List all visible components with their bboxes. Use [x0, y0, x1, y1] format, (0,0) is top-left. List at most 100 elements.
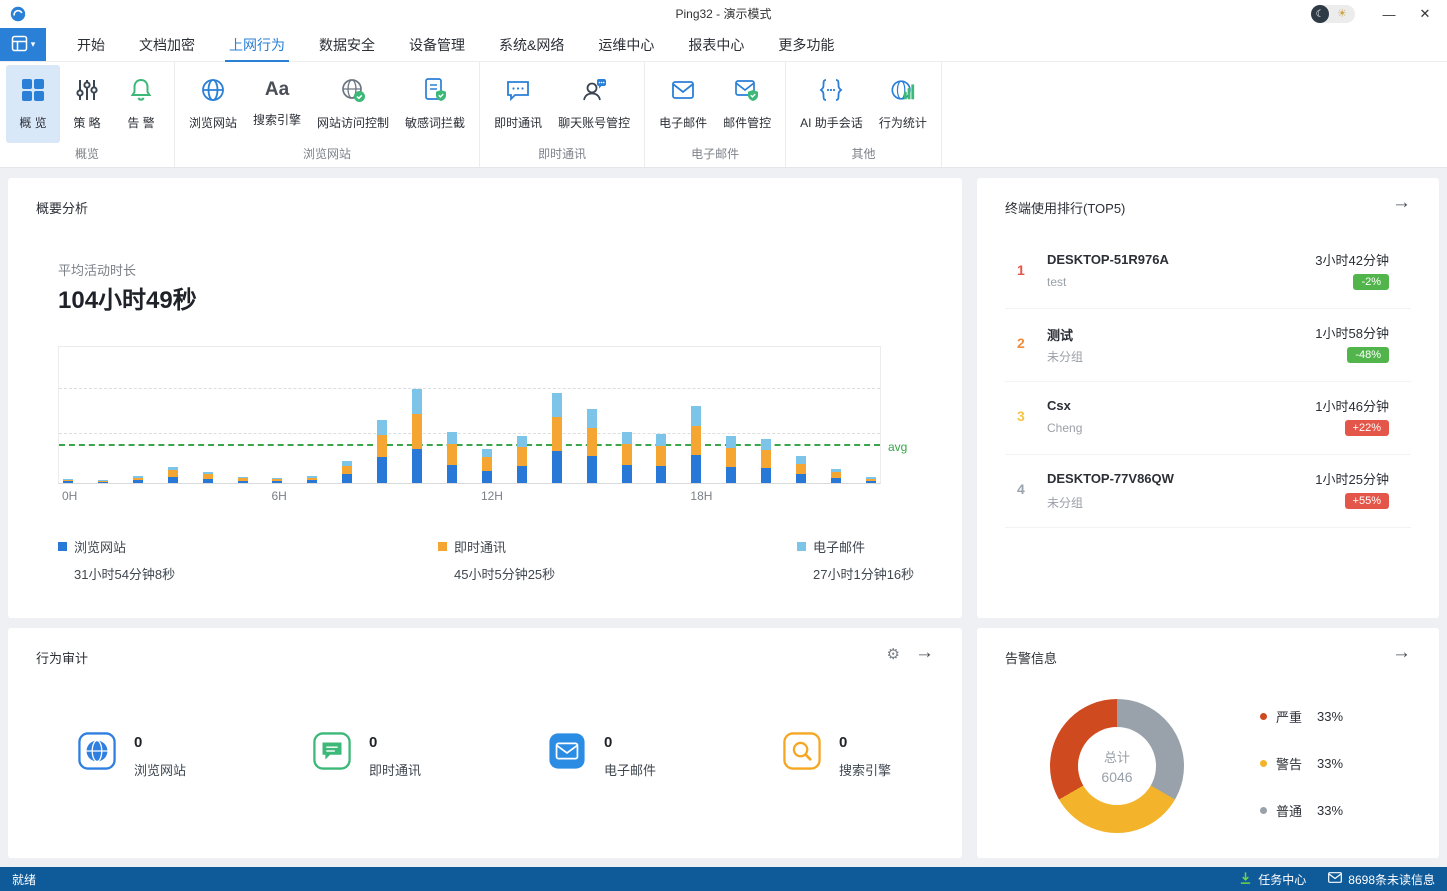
ribbon-button-mail-control[interactable]: 邮件管控	[715, 65, 779, 143]
terminal-name: Csx	[1047, 398, 1071, 413]
close-button[interactable]: ✕	[1407, 0, 1443, 28]
legend-label: 即时通讯	[454, 537, 506, 556]
ribbon-button-behavior-stats[interactable]: 行为统计	[871, 65, 935, 143]
rank-number: 2	[1017, 335, 1025, 351]
status-task-center[interactable]: 任务中心	[1239, 871, 1306, 888]
stat-label: 电子邮件	[604, 760, 656, 779]
legend-swatch	[438, 542, 447, 551]
terminal-name: 测试	[1047, 325, 1073, 344]
audit-stat-im[interactable]: 0即时通讯	[313, 732, 421, 779]
tab-web-behavior[interactable]: 上网行为	[212, 28, 302, 61]
tab-doc-encrypt[interactable]: 文档加密	[122, 28, 212, 61]
usage-duration: 1小时58分钟	[1315, 323, 1389, 342]
rank-number: 1	[1017, 262, 1025, 278]
ribbon-button-label: 网站访问控制	[317, 114, 389, 131]
legend-im[interactable]: 即时通讯 45小时5分钟25秒	[438, 537, 555, 583]
rank-number: 3	[1017, 408, 1025, 424]
terminal-name: DESKTOP-77V86QW	[1047, 471, 1174, 486]
ribbon-button-browse-web[interactable]: 浏览网站	[181, 65, 245, 143]
legend-swatch	[58, 542, 67, 551]
globe-icon	[200, 77, 226, 106]
legend-dot	[1260, 760, 1267, 767]
chart-bar-13	[517, 436, 527, 483]
ribbon-group-browse: 浏览网站 Aa 搜索引擎 网站访问控制 敏感词拦截 浏览网站	[175, 62, 480, 167]
change-badge: -48%	[1347, 347, 1389, 363]
tab-ops-center[interactable]: 运维中心	[581, 28, 671, 61]
legend-browse-web[interactable]: 浏览网站 31小时54分钟8秒	[58, 537, 175, 583]
ribbon-group-overview: 概 览 策 略 告 警 概览	[0, 62, 175, 167]
tab-more-features[interactable]: 更多功能	[761, 28, 851, 61]
alert-legend-critical: 严重 33%	[1260, 707, 1343, 726]
main-menu-button[interactable]: ▾	[0, 28, 46, 61]
tab-data-security[interactable]: 数据安全	[302, 28, 392, 61]
theme-toggle[interactable]: ☾ ☀	[1311, 5, 1355, 23]
ribbon-button-overview[interactable]: 概 览	[6, 65, 60, 143]
avg-line-label: avg	[888, 440, 907, 454]
ribbon-button-chat-account-control[interactable]: 聊天账号管控	[550, 65, 638, 143]
legend-dot	[1260, 713, 1267, 720]
ribbon-button-policy[interactable]: 策 略	[60, 65, 114, 143]
audit-stat-email[interactable]: 0电子邮件	[548, 732, 656, 779]
terminal-group: Cheng	[1047, 421, 1082, 435]
ribbon-button-web-access-control[interactable]: 网站访问控制	[309, 65, 397, 143]
ribbon-button-alert[interactable]: 告 警	[114, 65, 168, 143]
stat-value: 0	[134, 734, 186, 751]
ribbon-button-keyword-block[interactable]: 敏感词拦截	[397, 65, 473, 143]
minimize-button[interactable]: —	[1371, 0, 1407, 28]
panel-title: 行为审计	[36, 648, 88, 667]
chart-bar-17	[656, 434, 666, 483]
status-unread-messages[interactable]: 8698条未读信息	[1328, 871, 1435, 888]
arrow-right-icon[interactable]: →	[1392, 642, 1411, 664]
chart-bar-6	[272, 478, 282, 483]
mail-icon	[670, 77, 696, 106]
audit-stat-search[interactable]: 0搜索引擎	[783, 732, 891, 779]
panel-title: 告警信息	[1005, 648, 1057, 667]
ranking-row-3[interactable]: 3 Csx Cheng 1小时46分钟 +22%	[1005, 382, 1411, 455]
ranking-row-1[interactable]: 1 DESKTOP-51R976A test 3小时42分钟 -2%	[1005, 236, 1411, 309]
ribbon-group-im: 即时通讯 聊天账号管控 即时通讯	[480, 62, 645, 167]
total-value: 6046	[1101, 769, 1132, 785]
ribbon-button-label: 敏感词拦截	[405, 114, 465, 131]
ribbon-group-other: AI 助手会话 行为统计 其他	[786, 62, 942, 167]
status-unread-label: 8698条未读信息	[1348, 871, 1435, 888]
gear-icon[interactable]: ⚙	[887, 645, 900, 663]
legend-email[interactable]: 电子邮件 27小时1分钟16秒	[797, 537, 914, 583]
search-icon	[783, 732, 821, 770]
chart-bar-1	[98, 480, 108, 483]
audit-stat-browse-web[interactable]: 0浏览网站	[78, 732, 186, 779]
tab-device-mgmt[interactable]: 设备管理	[392, 28, 482, 61]
download-icon	[1239, 871, 1252, 888]
tab-start[interactable]: 开始	[60, 28, 122, 61]
ranking-row-2[interactable]: 2 测试 未分组 1小时58分钟 -48%	[1005, 309, 1411, 382]
ribbon-group-label: 其他	[786, 145, 941, 162]
avg-activity-value: 104小时49秒	[58, 280, 197, 315]
ribbon-button-label: 搜索引擎	[253, 111, 301, 128]
stat-label: 搜索引擎	[839, 760, 891, 779]
arrow-right-icon[interactable]: →	[915, 642, 934, 664]
ribbon-button-email[interactable]: 电子邮件	[651, 65, 715, 143]
braces-icon	[818, 77, 844, 106]
legend-value: 45小时5分钟25秒	[454, 564, 555, 583]
tab-report-center[interactable]: 报表中心	[671, 28, 761, 61]
ribbon-button-label: 策 略	[73, 114, 100, 131]
ranking-row-4[interactable]: 4 DESKTOP-77V86QW 未分组 1小时25分钟 +55%	[1005, 455, 1411, 528]
ribbon-button-ai-assistant[interactable]: AI 助手会话	[792, 65, 871, 143]
status-ready: 就绪	[12, 871, 36, 888]
app-window: Ping32 - 演示模式 ☾ ☀ — ✕ ▾ 开始 文档加密 上网行为 数据安…	[0, 0, 1447, 891]
sun-icon: ☀	[1329, 5, 1355, 23]
alert-level-label: 普通	[1276, 801, 1308, 820]
chart-bars	[59, 347, 880, 483]
ribbon-button-im[interactable]: 即时通讯	[486, 65, 550, 143]
terminal-group: 未分组	[1047, 494, 1083, 511]
tab-system-network[interactable]: 系统&网络	[482, 28, 581, 61]
chart-bar-10	[412, 389, 422, 483]
change-badge: +55%	[1345, 493, 1389, 509]
arrow-right-icon[interactable]: →	[1392, 192, 1411, 214]
alert-donut-chart: 总计 6046	[1050, 699, 1184, 833]
ribbon-button-label: AI 助手会话	[800, 114, 863, 131]
alert-level-label: 警告	[1276, 754, 1308, 773]
ribbon-button-search-engine[interactable]: Aa 搜索引擎	[245, 65, 309, 143]
chart-bar-14	[552, 393, 562, 483]
stat-value: 0	[369, 734, 421, 751]
legend-value: 31小时54分钟8秒	[74, 564, 175, 583]
